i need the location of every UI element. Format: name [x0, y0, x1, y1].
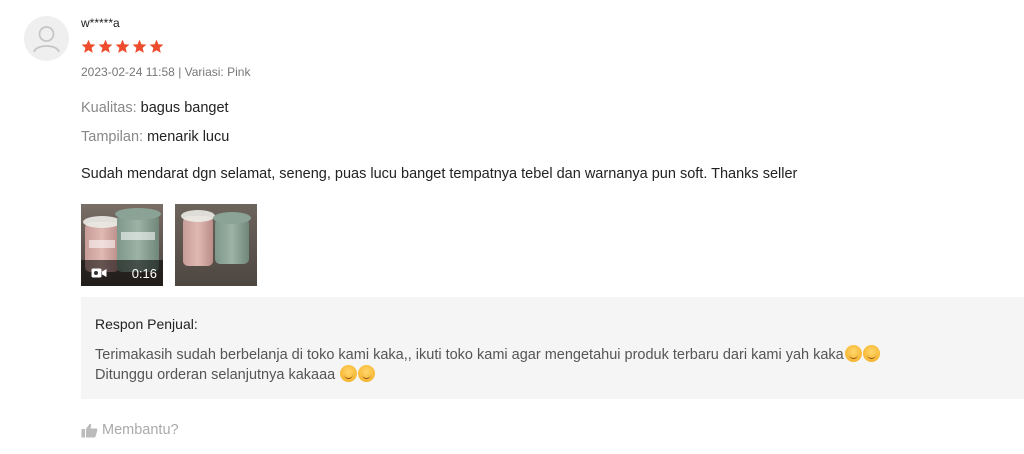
seller-response-text: Terimakasih sudah berbelanja di toko kam…: [95, 345, 880, 385]
product-review: w*****a 2023-02-24 11:58 | Variasi: Pink…: [0, 0, 1024, 454]
hugging-face-emoji-icon: [358, 365, 376, 382]
thumbs-up-icon: [81, 423, 98, 437]
star-icon: [149, 39, 164, 53]
review-comment: Sudah mendarat dgn selamat, seneng, puas…: [81, 166, 798, 182]
video-duration: 0:16: [131, 265, 157, 281]
attribute-appearance: Tampilan: menarik lucu: [81, 129, 229, 145]
attribute-key: Tampilan:: [81, 129, 144, 145]
seller-response: Respon Penjual: Terimakasih sudah berbel…: [81, 297, 1024, 399]
rating-stars: [81, 39, 164, 54]
review-meta: 2023-02-24 11:58 | Variasi: Pink: [81, 65, 251, 79]
video-camera-icon: [91, 268, 107, 278]
user-avatar-icon: [33, 26, 60, 53]
attribute-value: bagus banget: [140, 100, 229, 116]
hugging-face-emoji-icon: [340, 365, 358, 382]
seller-response-line: Ditunggu orderan selanjutnya kakaaa: [95, 367, 336, 383]
photo-frame: [175, 204, 257, 286]
star-icon: [115, 39, 130, 53]
user-avatar[interactable]: [24, 16, 69, 61]
star-icon: [132, 39, 147, 53]
attribute-key: Kualitas:: [81, 100, 137, 116]
helpful-label: Membantu?: [102, 422, 179, 438]
smiling-face-emoji-icon: [844, 345, 862, 362]
review-photo-thumbnail[interactable]: [175, 204, 257, 286]
product-image: [213, 212, 251, 264]
star-icon: [81, 39, 96, 53]
reviewer-username: w*****a: [81, 16, 120, 30]
video-overlay: 0:16: [81, 260, 163, 286]
attribute-value: menarik lucu: [147, 129, 230, 145]
seller-response-line: Terimakasih sudah berbelanja di toko kam…: [95, 347, 844, 363]
seller-response-title: Respon Penjual:: [95, 316, 198, 332]
product-image: [181, 210, 215, 266]
star-icon: [98, 39, 113, 53]
helpful-button[interactable]: Membantu?: [81, 422, 179, 438]
attribute-quality: Kualitas: bagus banget: [81, 100, 229, 116]
smiling-face-emoji-icon: [862, 345, 880, 362]
review-video-thumbnail[interactable]: 0:16: [81, 204, 163, 286]
